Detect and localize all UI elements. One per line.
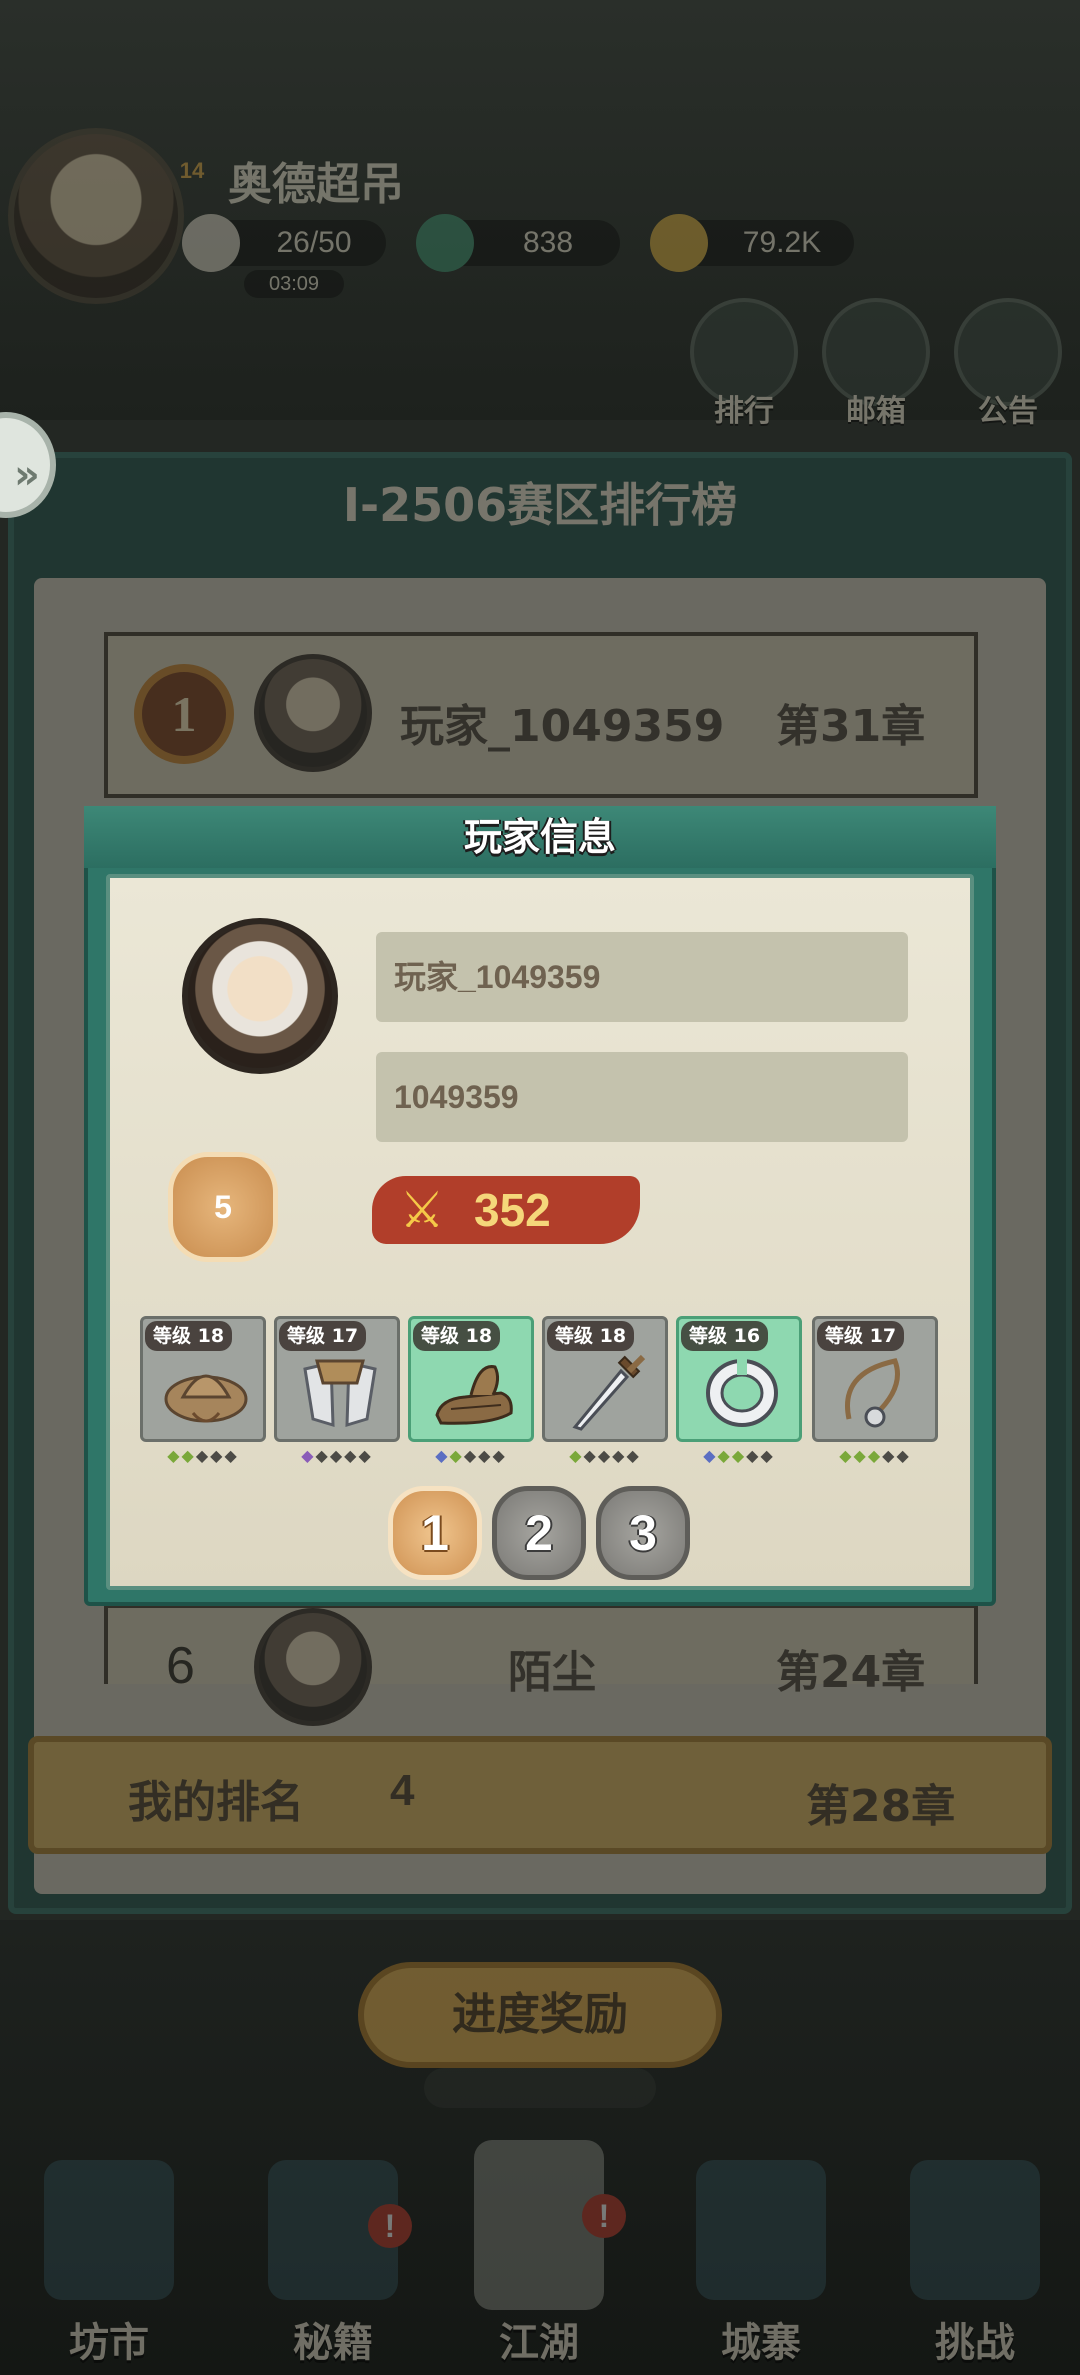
rope-necklace-icon: [845, 1358, 900, 1428]
equipment-level: 等级 16: [681, 1321, 769, 1351]
shop-icon: [44, 2160, 174, 2300]
gem-value: 838: [522, 226, 574, 259]
stamina-counter[interactable]: 26/50: [182, 214, 386, 272]
gem-icon: [416, 214, 474, 272]
fortress-icon: [696, 2160, 826, 2300]
notice-button-label: 公告: [978, 394, 1038, 429]
progress-reward-button[interactable]: 进度奖励: [358, 1962, 722, 2068]
rarity-pips: ◆◆◆◆◆: [301, 1446, 373, 1465]
modal-title: 玩家信息: [463, 815, 616, 859]
equipment-slot-shoes[interactable]: 等级 18: [408, 1316, 534, 1442]
nav-city-label: 城寨: [721, 2320, 801, 2366]
equipment-level: 等级 17: [817, 1321, 905, 1351]
rarity-pips: ◆◆◆◆◆: [435, 1446, 507, 1465]
gold-counter[interactable]: 79.2K: [650, 214, 854, 272]
row-chapter: 第24章: [776, 1647, 926, 1698]
row-player-name: 陌尘: [508, 1647, 596, 1698]
nav-jianghu[interactable]: ! 江湖: [454, 2140, 626, 2366]
equipment-slot-armor[interactable]: 等级 17: [274, 1316, 400, 1442]
row-avatar: [254, 654, 372, 772]
stamina-icon: [182, 214, 240, 272]
row-chapter: 第31章: [776, 701, 926, 752]
my-rank-label: 我的排名: [128, 1777, 304, 1828]
equipment-level: 等级 18: [547, 1321, 635, 1351]
rarity-pips: ◆◆◆◆◆: [569, 1446, 641, 1465]
nav-shop[interactable]: 坊市: [24, 2160, 194, 2375]
player-name-field: 玩家_1049359: [376, 932, 908, 1022]
silver-bracelet-icon: [706, 1359, 778, 1427]
equipment-level: 等级 17: [279, 1321, 367, 1351]
page-button-2[interactable]: 2: [492, 1486, 586, 1580]
shoulder-armor-icon: [303, 1359, 377, 1428]
crossed-swords-icon: [910, 2160, 1040, 2300]
nav-jianghu-label: 江湖: [499, 2320, 579, 2366]
player-level-badge: 5: [168, 1152, 278, 1262]
rarity-pips: ◆◆◆◆◆: [839, 1446, 911, 1465]
row-rank-number: 6: [166, 1637, 195, 1695]
equipment-slot-hat[interactable]: 等级 18: [140, 1316, 266, 1442]
straw-sandal-icon: [435, 1365, 513, 1425]
equipment-slot-weapon[interactable]: 等级 18: [542, 1316, 668, 1442]
rank-medal-icon: 1: [134, 664, 234, 764]
rank-button-label: 排行: [714, 394, 774, 429]
straw-hat-icon: [164, 1374, 248, 1423]
nav-secrets[interactable]: ! 秘籍: [248, 2160, 418, 2375]
hud-player-name: 奥德超吊: [228, 159, 404, 210]
rarity-pips: ◆◆◆◆◆: [703, 1446, 775, 1465]
crossed-swords-icon: ⚔: [399, 1181, 445, 1239]
sword-icon: [572, 1354, 646, 1431]
equipment-level: 等级 18: [145, 1321, 233, 1351]
equipment-level: 等级 18: [413, 1321, 501, 1351]
nav-shop-label: 坊市: [69, 2320, 149, 2366]
hud-avatar[interactable]: [8, 128, 184, 304]
alert-badge: !: [582, 2194, 626, 2238]
double-chevron-icon: »: [14, 452, 40, 498]
leaderboard-title: I-2506赛区排行榜: [342, 478, 738, 532]
combat-power-value: 352: [474, 1184, 551, 1236]
nav-secrets-label: 秘籍: [293, 2320, 373, 2366]
gem-counter[interactable]: 838: [416, 214, 620, 272]
alert-badge: !: [368, 2204, 412, 2248]
stamina-value: 26/50: [276, 226, 352, 259]
page-button-1[interactable]: 1: [388, 1486, 482, 1580]
gold-coin-icon: [650, 214, 708, 272]
row-avatar: [254, 1608, 372, 1726]
stamina-timer: 03:09: [244, 270, 344, 298]
rarity-pips: ◆◆◆◆◆: [167, 1446, 239, 1465]
nav-city[interactable]: 城寨: [676, 2160, 846, 2375]
my-rank-chapter: 第28章: [806, 1781, 956, 1832]
nav-challenge-label: 挑战: [935, 2320, 1015, 2366]
mail-button-label: 邮箱: [846, 394, 906, 429]
player-id-field: 1049359: [376, 1052, 908, 1142]
player-avatar: [182, 918, 338, 1074]
gold-value: 79.2K: [742, 226, 822, 259]
progress-reward-subbar: [424, 2068, 656, 2108]
equipment-slot-bracelet[interactable]: 等级 16: [676, 1316, 802, 1442]
nav-challenge[interactable]: 挑战: [890, 2160, 1060, 2375]
row-player-name: 玩家_1049359: [400, 701, 725, 752]
equipment-slot-necklace[interactable]: 等级 17: [812, 1316, 938, 1442]
hud-level-badge: 14: [179, 158, 205, 183]
my-rank-value: 4: [390, 1766, 415, 1815]
page-button-3[interactable]: 3: [596, 1486, 690, 1580]
